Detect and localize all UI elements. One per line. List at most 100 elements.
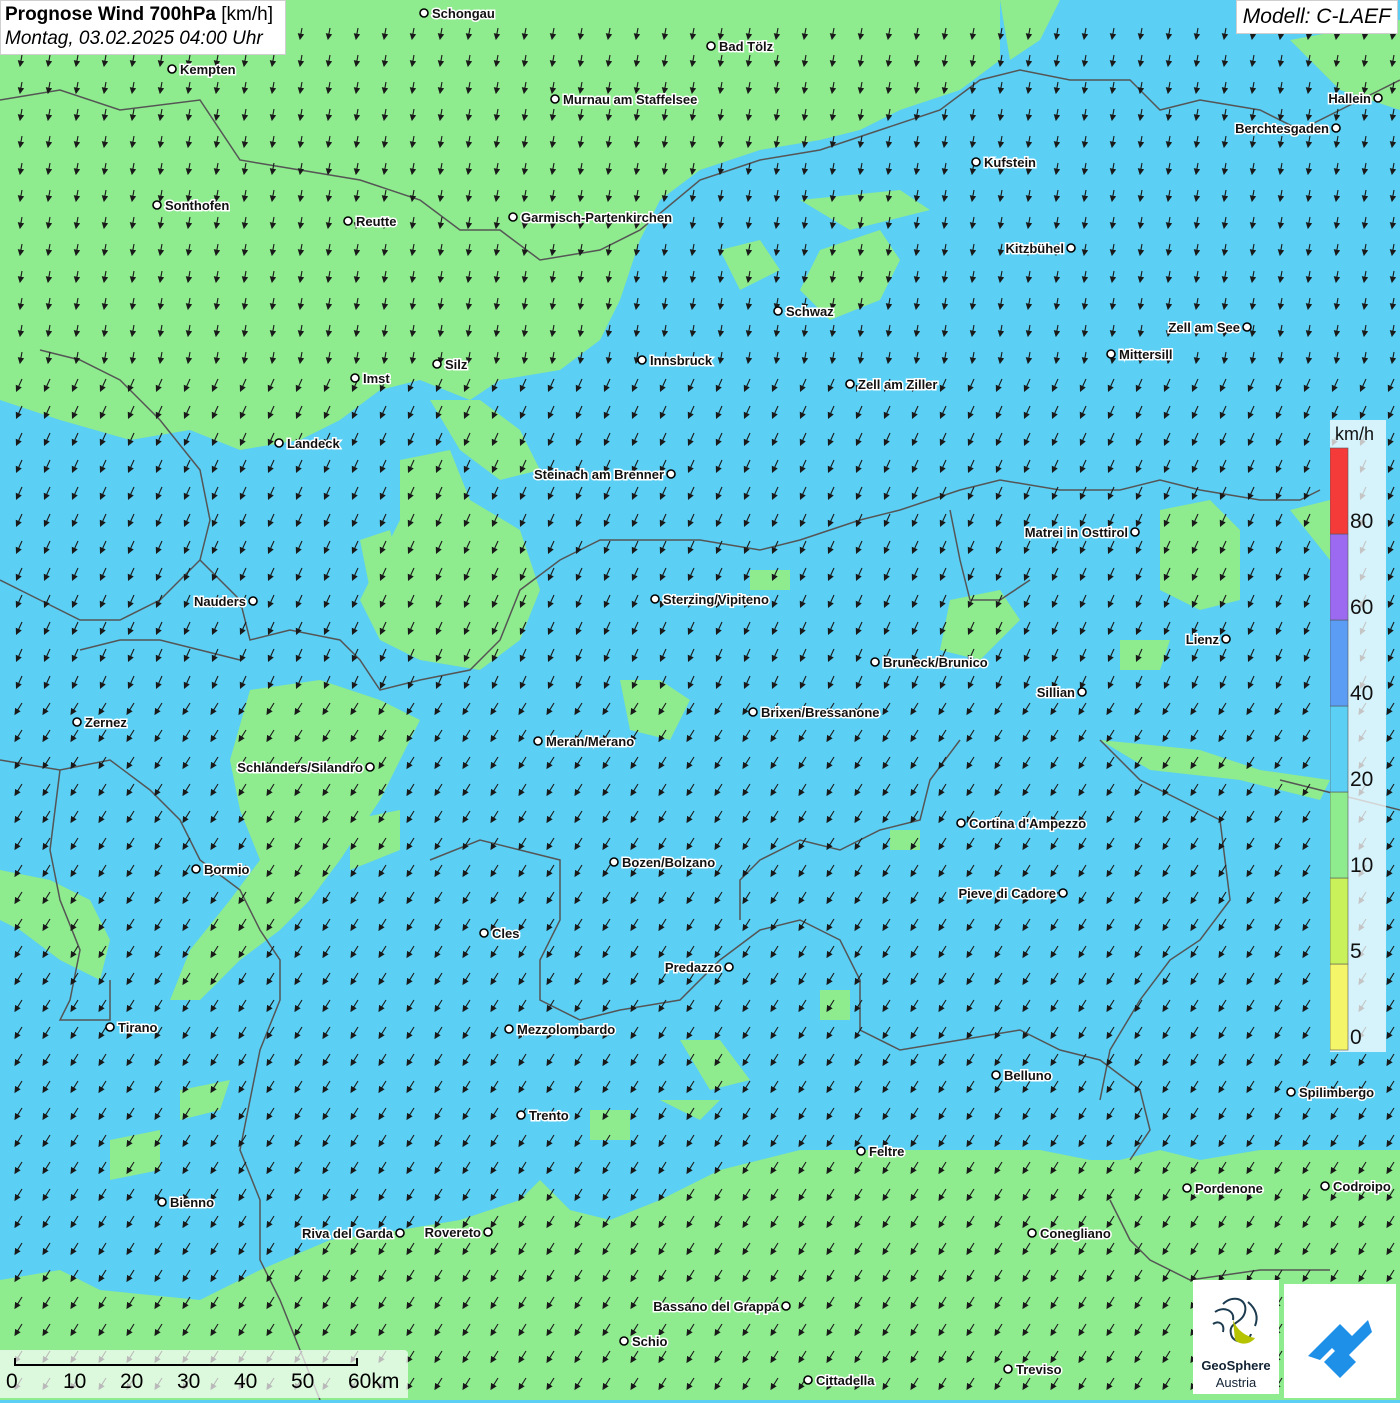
city-marker[interactable]: Zell am Ziller [845,376,939,394]
city-dot [516,1110,526,1120]
city-dot [856,1146,866,1156]
city-marker[interactable]: Schongau [419,5,496,23]
city-marker[interactable]: Spilimbergo [1286,1084,1376,1102]
wind-map[interactable]: Schongau Bad Tölz Kempten Murnau am Staffel… [0,0,1400,1400]
city-dot [870,657,880,667]
legend-tick-label: 40 [1350,682,1373,705]
city-dot [773,306,783,316]
city-marker[interactable]: Mezzolombardo [504,1021,617,1039]
city-marker[interactable]: Pieve di Cadore [957,885,1068,903]
city-dot [619,1336,629,1346]
city-marker[interactable]: Bassano del Grappa [652,1298,791,1316]
city-dot [550,94,560,104]
legend-band [1330,791,1349,879]
city-marker[interactable]: Steinach am Brenner [532,466,676,484]
city-marker[interactable]: Conegliano [1027,1225,1112,1243]
city-dot [1058,888,1068,898]
app-logo[interactable] [1284,1284,1396,1398]
city-label: Garmisch-Partenkirchen [521,210,672,225]
city-dot [274,438,284,448]
city-dot [724,962,734,972]
city-label: Imst [363,371,390,386]
city-label: Schwaz [786,304,834,319]
city-label: Silz [445,357,468,372]
city-dot [637,355,647,365]
city-dot [1077,687,1087,697]
legend-band [1330,619,1349,707]
legend-tick-label: 5 [1350,940,1362,963]
city-dot [395,1228,405,1238]
city-dot [72,717,82,727]
title-main: Prognose Wind 700hPa [5,4,216,25]
city-marker[interactable]: Berchtesgaden [1234,120,1341,138]
city-dot [1182,1183,1192,1193]
scale-bar-label: 60km [348,1370,400,1393]
forecast-time: Montag, 03.02.2025 04:00 Uhr [5,28,263,49]
city-label: Tirano [118,1020,158,1035]
city-marker[interactable]: Bozen/Bolzano [609,854,717,872]
scale-bar-label: 20 [120,1370,144,1393]
title-unit: [km/h] [216,4,274,25]
city-dot [1320,1181,1330,1191]
city-marker[interactable]: Bruneck/Brunico [870,654,989,672]
city-dot [157,1197,167,1207]
city-label: Sonthofen [165,198,229,213]
city-marker[interactable]: Riva del Garda [300,1225,405,1243]
city-dot [343,216,353,226]
city-marker[interactable]: Meran/Merano [533,733,636,751]
city-label: Treviso [1016,1362,1062,1377]
city-marker[interactable]: Garmisch-Partenkirchen [508,209,674,227]
color-legend: km/h 0 5 10 20 40 60 80 [1330,420,1386,1052]
city-label: Cles [492,926,519,941]
city-label: Nauders [194,594,246,609]
city-label: Mittersill [1119,347,1172,362]
city-label: Kitzbühel [1006,241,1065,256]
city-marker[interactable]: Brixen/Bressanone [748,704,881,722]
city-label: Pieve di Cadore [958,886,1056,901]
city-marker[interactable]: Matrei in Osttirol [1023,524,1140,542]
city-label: Innsbruck [650,353,713,368]
city-label: Predazzo [665,960,722,975]
city-marker[interactable]: Innsbruck [637,352,714,370]
city-dot [508,212,518,222]
city-dot [1106,349,1116,359]
city-dot [419,8,429,18]
map-canvas: Schongau Bad Tölz Kempten Murnau am Staffel… [0,0,1400,1400]
city-label: Bassano del Grappa [653,1299,779,1314]
city-label: Murnau am Staffelsee [563,92,697,107]
city-dot [105,1022,115,1032]
legend-band [1330,447,1349,535]
city-marker[interactable]: Murnau am Staffelsee [550,91,699,109]
legend-band [1330,877,1349,965]
geosphere-logo[interactable]: GeoSphere Austria [1193,1280,1279,1394]
city-dot [650,594,660,604]
city-label: Codroipo [1333,1179,1391,1194]
city-label: Kufstein [984,155,1036,170]
city-label: Bad Tölz [719,39,774,54]
city-label: Brixen/Bressanone [761,705,880,720]
scale-bar-label: 10 [63,1370,87,1393]
city-marker[interactable]: Zell am See [1167,319,1252,337]
legend-band [1330,963,1349,1051]
geosphere-emblem-icon [1212,1297,1258,1344]
city-marker[interactable]: Schlanders/Silandro [236,759,375,777]
city-marker[interactable]: Sterzing/Vipiteno [650,591,770,609]
city-dot [479,928,489,938]
city-dot [1373,93,1383,103]
city-dot [191,864,201,874]
city-dot [432,359,442,369]
city-label: Zell am Ziller [858,377,937,392]
legend-tick-label: 10 [1350,854,1373,877]
city-label: Bruneck/Brunico [883,655,988,670]
city-label: Bienno [170,1195,214,1210]
city-marker[interactable]: Cortina d'Ampezzo [956,815,1088,833]
scale-bar-label: 50 [291,1370,315,1393]
city-dot [845,379,855,389]
legend-scale: 0 5 10 20 40 60 80 [1330,447,1373,1051]
city-marker[interactable]: Pordenone [1182,1180,1264,1198]
city-dot [1003,1364,1013,1374]
city-marker[interactable]: Sonthofen [152,197,231,215]
city-dot [781,1301,791,1311]
city-label: Cittadella [816,1373,875,1388]
legend-tick-label: 80 [1350,510,1373,533]
